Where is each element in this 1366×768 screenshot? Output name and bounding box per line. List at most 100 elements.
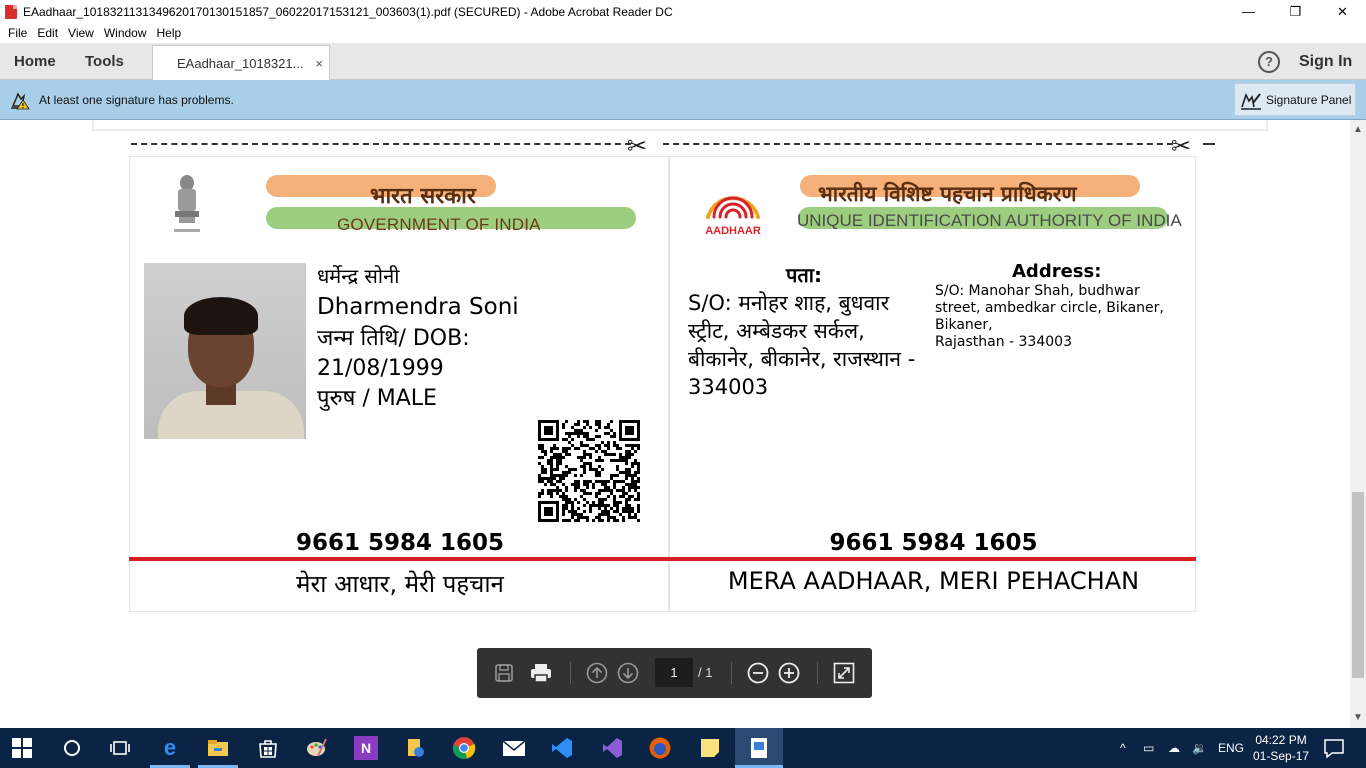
onenote-icon[interactable]: N — [354, 736, 378, 760]
clock-date: 01-Sep-17 — [1253, 749, 1310, 763]
previous-page-icon[interactable] — [585, 661, 609, 685]
address-english-line2: Rajasthan - 334003 — [935, 334, 1072, 350]
cut-line — [663, 143, 1173, 145]
visual-studio-icon[interactable] — [600, 736, 624, 760]
task-view-icon[interactable] — [108, 736, 132, 760]
volume-icon[interactable]: 🔉 — [1192, 728, 1207, 768]
sign-in-button[interactable]: Sign In — [1299, 43, 1352, 80]
aadhaar-card-front: भारत सरकार GOVERNMENT OF INDIA धर्मेन्द्… — [129, 156, 669, 612]
total-pages: / 1 — [698, 665, 713, 680]
minimize-button[interactable]: — — [1225, 0, 1272, 23]
windows-taskbar: e N ^ ▭ ☁ 🔉 ENG 04:22 PM 01-Sep-17 — [0, 728, 1366, 768]
mail-icon[interactable] — [502, 736, 526, 760]
menu-help[interactable]: Help — [157, 26, 182, 40]
signature-pen-icon — [1241, 92, 1261, 110]
uidai-english-heading: UNIQUE IDENTIFICATION AUTHORITY OF INDIA — [797, 211, 1182, 230]
aadhaar-logo-text: AADHAAR — [705, 225, 761, 237]
gender: पुरुष / MALE — [317, 386, 437, 411]
window-title: EAadhaar_1018321131349620170130151857_06… — [23, 4, 673, 19]
tab-bar: Home Tools EAadhaar_1018321... × ? Sign … — [0, 43, 1366, 81]
scroll-up-icon[interactable]: ▲ — [1353, 124, 1363, 135]
close-window-button[interactable]: ✕ — [1319, 0, 1366, 23]
tab-home[interactable]: Home — [14, 43, 56, 80]
search-icon[interactable] — [60, 736, 84, 760]
signature-panel-button[interactable]: Signature Panel — [1234, 83, 1356, 116]
page-number-input[interactable] — [655, 658, 693, 687]
file-manager-icon[interactable] — [404, 736, 428, 760]
tagline-english: MERA AADHAAR, MERI PEHACHAN — [727, 567, 1140, 595]
aadhaar-number: 9661 5984 1605 — [295, 530, 505, 556]
full-screen-icon[interactable] — [832, 661, 856, 685]
address-english-line1: S/O: Manohar Shah, budhwar street, ambed… — [935, 283, 1164, 333]
title-bar: EAadhaar_1018321131349620170130151857_06… — [0, 0, 1366, 23]
paint-icon[interactable] — [304, 736, 328, 760]
name-hindi: धर्मेन्द्र सोनी — [317, 264, 400, 288]
cut-line — [131, 143, 631, 145]
holder-details: धर्मेन्द्र सोनी Dharmendra Soni जन्म तिथ… — [317, 261, 519, 414]
sticky-notes-icon[interactable] — [698, 736, 722, 760]
national-emblem-icon — [174, 175, 200, 232]
qr-code — [538, 420, 640, 522]
action-center-icon[interactable] — [1322, 736, 1346, 760]
cut-line — [1203, 143, 1215, 145]
holder-photo — [144, 263, 306, 439]
menu-window[interactable]: Window — [104, 26, 147, 40]
uidai-hindi-heading: भारतीय विशिष्ट पहचान प्राधिकरण — [818, 182, 1077, 206]
windows-start-icon[interactable] — [12, 738, 32, 758]
zoom-in-icon[interactable] — [777, 661, 801, 685]
document-viewport[interactable]: ✂ ✂ भारत सरकार GOVERNMENT OF INDIA धर्मे… — [0, 120, 1350, 728]
tagline-hindi: मेरा आधार, मेरी पहचान — [296, 570, 504, 598]
store-icon[interactable] — [256, 736, 280, 760]
close-tab-icon[interactable]: × — [315, 56, 323, 71]
dob-value: 21/08/1999 — [317, 356, 444, 381]
page-navigation-toolbar: / 1 — [477, 648, 872, 698]
vertical-scrollbar[interactable]: ▲ ▼ — [1350, 120, 1366, 728]
dob-label: जन्म तिथि/ DOB: — [317, 326, 470, 351]
next-page-icon[interactable] — [616, 661, 640, 685]
aadhaar-number: 9661 5984 1605 — [829, 530, 1038, 556]
red-divider — [129, 557, 669, 561]
file-explorer-icon[interactable] — [206, 736, 230, 760]
print-icon[interactable] — [529, 661, 553, 685]
firefox-icon[interactable] — [648, 736, 672, 760]
help-icon[interactable]: ? — [1258, 51, 1280, 73]
language-indicator[interactable]: ENG — [1218, 728, 1244, 768]
acrobat-pdf-icon — [5, 4, 17, 19]
restore-button[interactable]: ❐ — [1272, 0, 1319, 23]
tab-document[interactable]: EAadhaar_1018321... × — [152, 45, 330, 81]
address-label-hindi: पता: — [786, 263, 822, 287]
name-english: Dharmendra Soni — [317, 294, 519, 320]
red-divider — [669, 557, 1196, 561]
show-hidden-icons-icon[interactable]: ^ — [1120, 728, 1126, 768]
address-label-english: Address: — [1012, 261, 1102, 282]
address-hindi: S/O: मनोहर शाह, बुधवार स्ट्रीट, अम्बेडकर… — [688, 291, 916, 399]
page-top-edge — [92, 120, 1268, 131]
vscode-icon[interactable] — [550, 736, 574, 760]
save-icon[interactable] — [492, 661, 516, 685]
aadhaar-logo-icon: AADHAAR — [705, 196, 761, 237]
signature-panel-label: Signature Panel — [1266, 92, 1352, 107]
scrollbar-thumb[interactable] — [1352, 492, 1364, 678]
signature-warning-bar: At least one signature has problems. Sig… — [0, 80, 1366, 120]
signature-warning-message: At least one signature has problems. — [39, 93, 234, 107]
zoom-out-icon[interactable] — [746, 661, 770, 685]
clock-time: 04:22 PM — [1255, 733, 1307, 747]
edge-browser-icon[interactable]: e — [158, 736, 182, 760]
battery-icon[interactable]: ▭ — [1143, 728, 1154, 768]
government-hindi-heading: भारत सरकार — [370, 184, 476, 209]
address-english: S/O: Manohar Shah, budhwar street, ambed… — [935, 283, 1185, 351]
menu-view[interactable]: View — [68, 26, 94, 40]
scroll-down-icon[interactable]: ▼ — [1353, 712, 1363, 723]
menu-bar: File Edit View Window Help — [0, 23, 1366, 43]
document-tab-label: EAadhaar_1018321... — [177, 56, 304, 71]
acrobat-taskbar-icon[interactable] — [747, 736, 771, 760]
system-clock[interactable]: 04:22 PM 01-Sep-17 — [1253, 732, 1309, 764]
aadhaar-card-back: AADHAAR भारतीय विशिष्ट पहचान प्राधिकरण U… — [669, 156, 1196, 612]
tab-tools[interactable]: Tools — [85, 43, 124, 80]
government-english-heading: GOVERNMENT OF INDIA — [337, 215, 541, 234]
chrome-icon[interactable] — [452, 736, 476, 760]
network-icon[interactable]: ☁ — [1168, 728, 1180, 768]
signature-warning-icon — [11, 92, 30, 110]
menu-edit[interactable]: Edit — [37, 26, 58, 40]
menu-file[interactable]: File — [8, 26, 27, 40]
